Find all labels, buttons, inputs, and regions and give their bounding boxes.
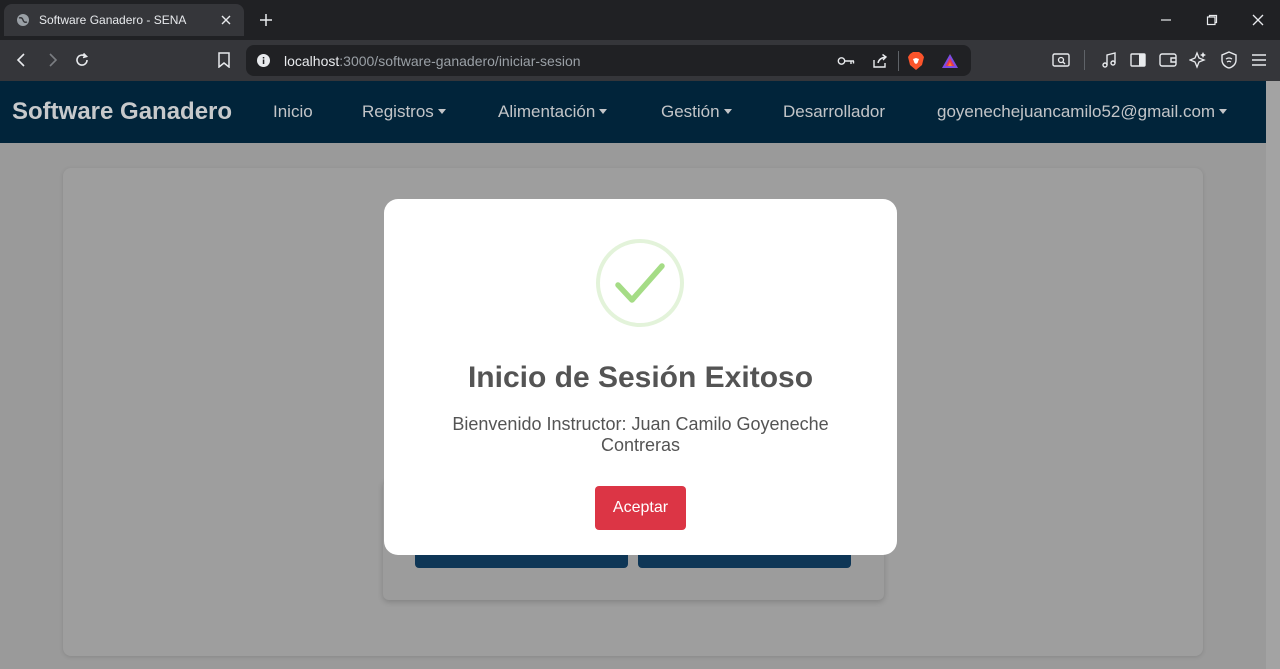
nav-dropdown-alimentacion[interactable]: Alimentación [498,102,608,122]
dialog-title: Inicio de Sesión Exitoso [467,361,814,394]
vpn-shield-icon[interactable] [1218,49,1240,71]
leo-ai-icon[interactable] [1187,49,1209,71]
caret-down-icon [723,108,732,114]
site-info-icon[interactable] [256,53,271,68]
toolbar-divider [1084,50,1085,70]
nav-link-label: Alimentación [498,102,596,121]
forward-icon[interactable] [41,49,63,71]
omnibox-divider [898,51,899,71]
nav-dropdown-registros[interactable]: Registros [362,102,446,122]
url-path: :3000/software-ganadero/iniciar-sesion [339,53,581,69]
back-icon[interactable] [11,49,33,71]
tab-title: Software Ganadero - SENA [39,13,187,27]
globe-icon [16,13,30,27]
reload-icon[interactable] [71,49,93,71]
restore-icon[interactable] [1202,10,1222,30]
browser-tab-strip: Software Ganadero - SENA [0,0,1280,40]
page-scrollbar[interactable] [1266,81,1280,669]
nav-link-label: Gestión [661,102,720,121]
brave-shields-icon[interactable] [906,51,926,71]
success-check-icon [596,239,684,327]
sidebar-icon[interactable] [1127,49,1149,71]
brave-rewards-icon[interactable] [940,51,960,71]
menu-icon[interactable] [1248,49,1270,71]
nav-link-inicio[interactable]: Inicio [273,102,313,122]
browser-tab[interactable]: Software Ganadero - SENA [4,4,244,36]
nav-link-label: Inicio [273,102,313,121]
nav-dropdown-user[interactable]: goyenechejuancamilo52@gmail.com [937,102,1228,122]
new-tab-button[interactable] [256,10,276,30]
site-navbar: Software Ganadero Inicio Registros Alime… [0,81,1266,143]
minimize-icon[interactable] [1156,10,1176,30]
close-icon[interactable] [218,12,234,28]
key-icon[interactable] [836,51,856,71]
window-close-icon[interactable] [1248,10,1268,30]
bookmark-icon[interactable] [213,49,235,71]
success-dialog: Inicio de Sesión Exitoso Bienvenido Inst… [384,199,897,555]
nav-link-label: Registros [362,102,434,121]
address-bar[interactable]: localhost:3000/software-ganadero/iniciar… [246,45,971,76]
url-host: localhost [284,53,340,69]
accept-button[interactable]: Aceptar [595,486,686,530]
wallet-icon[interactable] [1157,49,1179,71]
nav-link-desarrollador[interactable]: Desarrollador [783,102,885,122]
site-brand[interactable]: Software Ganadero [12,98,232,126]
music-icon[interactable] [1098,49,1120,71]
nav-link-label: goyenechejuancamilo52@gmail.com [937,102,1216,121]
nav-link-label: Desarrollador [783,102,886,121]
caret-down-icon [437,108,446,114]
caret-down-icon [1219,108,1228,114]
share-icon[interactable] [870,51,890,71]
caret-down-icon [599,108,608,114]
nav-dropdown-gestion[interactable]: Gestión [661,102,732,122]
page-search-icon[interactable] [1050,49,1072,71]
url-text: localhost:3000/software-ganadero/iniciar… [284,53,581,69]
dialog-message: Bienvenido Instructor: Juan Camilo Goyen… [452,414,829,455]
